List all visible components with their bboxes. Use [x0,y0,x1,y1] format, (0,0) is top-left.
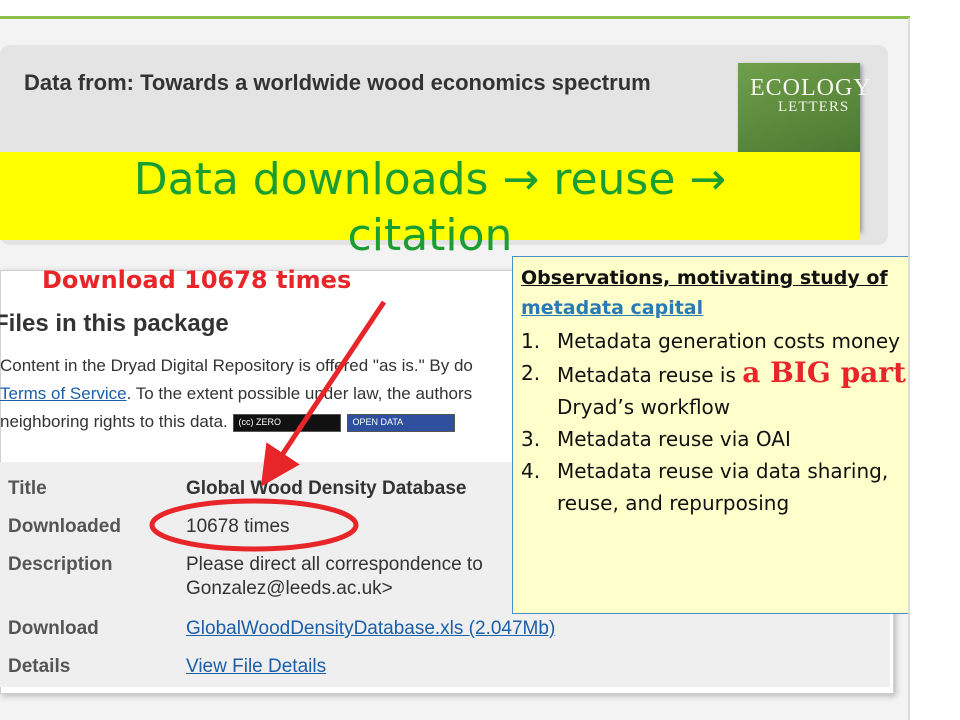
downloaded-key: Downloaded [8,516,121,537]
item-number: 4. [521,459,541,483]
cc-zero-badge[interactable]: (cc) ZERO [232,413,341,432]
observations-heading-text: Observations, motivating study of [521,267,888,289]
open-data-badge[interactable]: OPEN DATA [346,413,455,432]
title-value: Global Wood Density Database [186,478,467,499]
download-count-annotation: Download 10678 times [42,266,352,294]
list-item: 2.Metadata reuse is a BIG part of Dryad’… [521,357,949,423]
license-line2-rest: . To the extent possible under law, the … [126,384,473,403]
dataset-title: Data from: Towards a worldwide wood econ… [24,70,651,95]
license-line1: Content in the Dryad Digital Repository … [0,356,473,375]
table-row: Download GlobalWoodDensityDatabase.xls (… [0,618,890,654]
item-text: Metadata generation costs money [557,329,900,353]
table-row: Details View File Details [0,656,890,692]
download-file-link[interactable]: GlobalWoodDensityDatabase.xls (2.047Mb) [186,618,555,640]
item-text: Metadata reuse via OAI [557,427,791,451]
right-margin [910,0,960,720]
download-key: Download [8,618,99,639]
license-line2: Terms of Service. To the extent possible… [0,380,520,408]
license-line3-text: neighboring rights to this data. [0,412,228,431]
observations-heading: Observations, motivating study of metada… [521,263,949,323]
item-number: 3. [521,427,541,451]
item-emphasis: a BIG part [742,356,906,389]
item-number: 2. [521,361,541,385]
top-rule [0,16,918,19]
banner-line1: Data downloads → reuse → [133,154,727,205]
list-item: 4. Metadata reuse via data sharing, reuse… [521,455,949,519]
list-item: 1. Metadata generation costs money [521,325,949,357]
observations-list: 1. Metadata generation costs money 2. Meta… [521,325,949,519]
journal-name-line1: ECOLOGY [750,75,872,101]
downloaded-value: 10678 times [186,516,290,537]
description-line2: Gonzalez@leeds.ac.uk> [186,578,393,599]
journal-name-line2: LETTERS [778,99,850,115]
list-item: 3. Metadata reuse via OAI [521,423,949,455]
license-line3: neighboring rights to this data. (cc) ZE… [0,408,520,436]
item-number: 1. [521,329,541,353]
terms-of-service-link[interactable]: Terms of Service [0,384,127,403]
description-key: Description [8,554,113,575]
files-heading: Files in this package [0,310,229,337]
slide-title-banner: Data downloads → reuse → citation [0,152,860,261]
metadata-capital-link[interactable]: metadata capital [521,297,703,319]
item-text: Metadata reuse is [557,363,743,387]
title-key: Title [8,478,47,499]
license-text: Content in the Dryad Digital Repository … [0,352,520,436]
details-key: Details [8,656,71,677]
description-line1: Please direct all correspondence to [186,554,483,575]
observations-callout: Observations, motivating study of metada… [512,256,958,614]
item-text: Metadata reuse via data sharing, reuse, … [557,459,889,515]
view-file-details-link[interactable]: View File Details [186,656,326,678]
